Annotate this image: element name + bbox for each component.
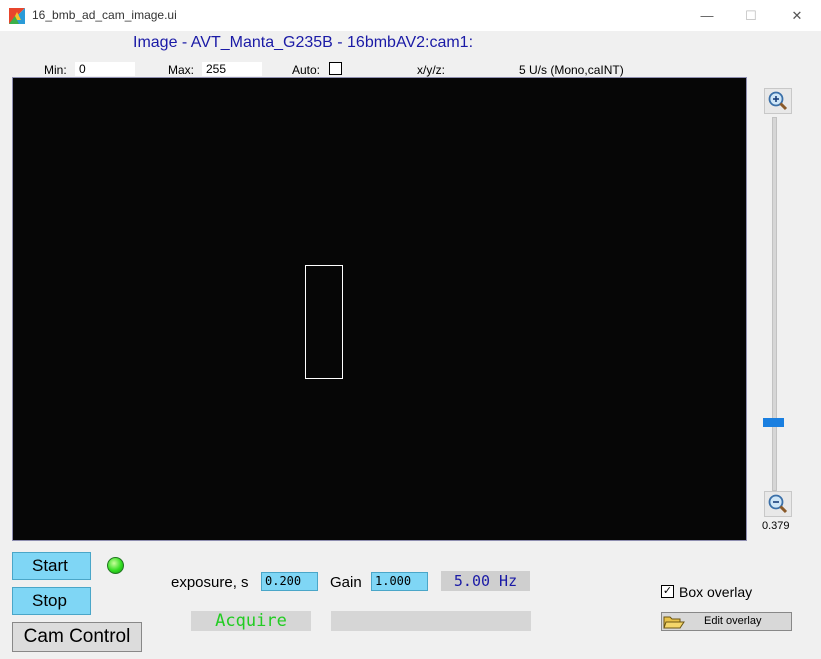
exposure-input[interactable]: 0.200 [261,572,318,591]
zoom-slider-track[interactable] [772,117,777,491]
zoom-out-icon [768,494,788,514]
acquire-status: Acquire [191,611,311,631]
zoom-in-icon [768,91,788,111]
auto-label: Auto: [292,63,321,77]
exposure-label: exposure, s [171,574,249,591]
gain-input[interactable]: 1.000 [371,572,428,591]
box-overlay-label: Box overlay [679,584,753,600]
frame-rate-readout: 5.00 Hz [441,571,530,591]
min-label: Min: [44,63,67,77]
minimize-button[interactable]: — [684,0,730,31]
close-button[interactable]: ✕ [774,0,820,31]
edit-overlay-label: Edit overlay [704,615,762,627]
cam-control-button[interactable]: Cam Control [12,622,142,652]
edit-overlay-button[interactable]: Edit overlay [661,612,792,631]
window-title: 16_bmb_ad_cam_image.ui [32,8,177,22]
zoom-out-button[interactable] [764,491,792,517]
start-button[interactable]: Start [12,552,91,580]
status-message-box [331,611,531,631]
zoom-value: 0.379 [762,520,790,532]
max-field[interactable]: 255 [202,62,262,76]
title-bar: 16_bmb_ad_cam_image.ui — ☐ ✕ [0,0,821,31]
max-label: Max: [168,63,195,77]
image-title: Image - AVT_Manta_G235B - 16bmbAV2:cam1: [133,34,474,51]
box-overlay-checkbox[interactable]: ✓ [661,585,674,598]
mode-text: 5 U/s (Mono,caINT) [519,63,624,77]
image-viewer[interactable] [12,77,747,541]
auto-checkbox[interactable] [329,62,342,75]
min-field[interactable]: 0 [75,62,135,76]
maximize-button[interactable]: ☐ [728,0,774,31]
xyz-label: x/y/z: [417,63,446,77]
folder-icon [663,616,685,629]
zoom-slider-handle[interactable] [763,418,784,427]
zoom-in-button[interactable] [764,88,792,114]
status-led [107,557,124,574]
box-overlay[interactable] [305,265,343,379]
stop-button[interactable]: Stop [12,587,91,615]
gain-label: Gain [330,574,362,591]
app-icon [9,8,25,24]
